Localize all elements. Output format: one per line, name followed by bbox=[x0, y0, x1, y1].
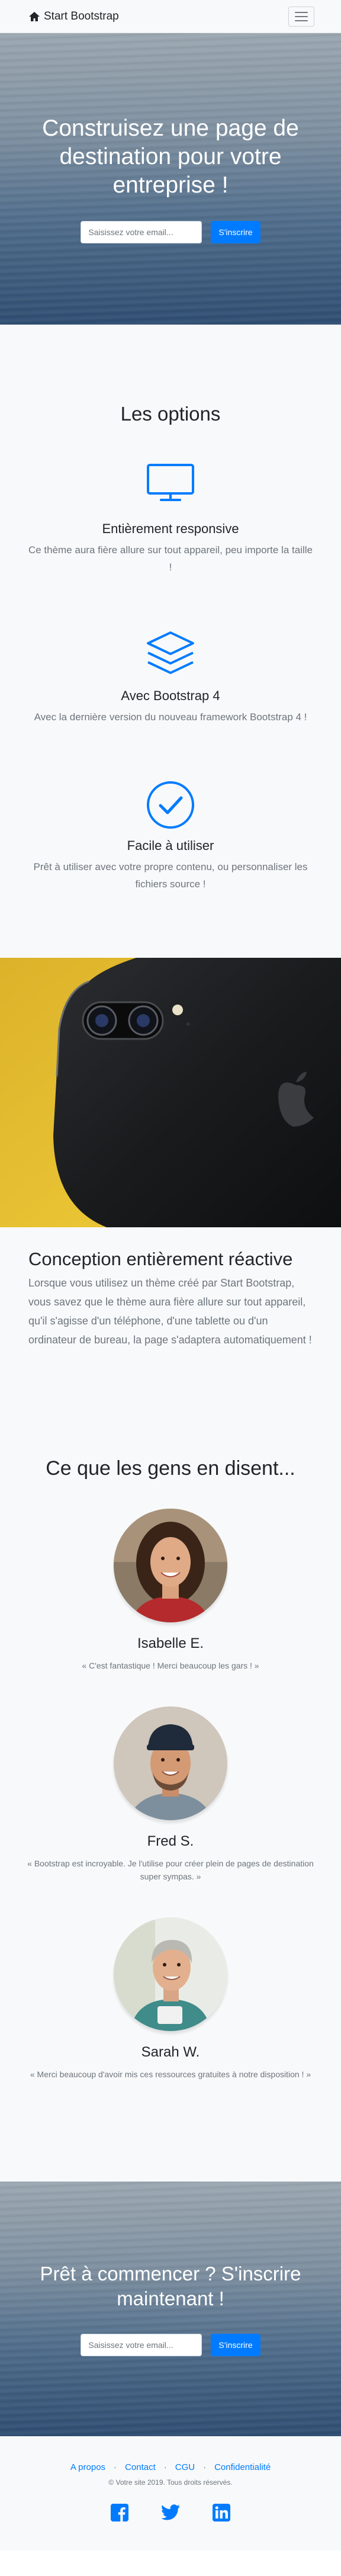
testimonial-quote: « C'est fantastique ! Merci beaucoup les… bbox=[82, 1661, 259, 1670]
monitor-icon bbox=[18, 463, 323, 518]
showcase-text: Lorsque vous utilisez un thème créé par … bbox=[28, 1277, 312, 1346]
feature-item: Facile à utiliser Prêt à utiliser avec v… bbox=[18, 780, 323, 893]
testimonial-name: Sarah W. bbox=[141, 2044, 200, 2060]
hero-email-input[interactable] bbox=[81, 221, 202, 243]
footer-links: A propos · Contact · CGU · Confidentiali… bbox=[12, 2462, 329, 2472]
hamburger-menu-button[interactable] bbox=[288, 6, 314, 27]
cta-signup-button[interactable]: S'inscrire bbox=[211, 2334, 260, 2356]
feature-title: Facile à utiliser bbox=[127, 838, 214, 853]
feature-text: Avec la dernière version du nouveau fram… bbox=[34, 711, 307, 723]
footer-separator: · bbox=[163, 2462, 167, 2472]
feature-text: Ce thème aura fière allure sur tout appa… bbox=[28, 544, 313, 573]
testimonials-title: Ce que les gens en disent... bbox=[46, 1457, 295, 1480]
layers-icon bbox=[18, 630, 323, 685]
avatar bbox=[114, 1917, 227, 2031]
avatar bbox=[114, 1509, 227, 1622]
hero-title: Construisez une page de destination pour… bbox=[42, 116, 299, 198]
brand-name: Start Bootstrap bbox=[44, 9, 119, 23]
copyright: © Votre site 2019. Tous droits réservés. bbox=[108, 2478, 233, 2487]
testimonial-quote: « Bootstrap est incroyable. Je l'utilise… bbox=[27, 1859, 314, 1881]
hero-signup-form: S'inscrire bbox=[81, 221, 260, 243]
testimonial-item: Fred S. « Bootstrap est incroyable. Je l… bbox=[12, 1706, 329, 1883]
cta-email-input[interactable] bbox=[81, 2334, 202, 2356]
avatar bbox=[114, 1706, 227, 1820]
feature-item: Entièrement responsive Ce thème aura fiè… bbox=[18, 463, 323, 576]
footer-link-privacy[interactable]: Confidentialité bbox=[214, 2462, 271, 2472]
cta-section: Prêt à commencer ? S'inscrire maintenant… bbox=[0, 2182, 341, 2436]
linkedin-icon[interactable] bbox=[212, 2503, 231, 2522]
testimonial-item: Sarah W. « Merci beaucoup d'avoir mis ce… bbox=[12, 1917, 329, 2081]
cta-signup-form: S'inscrire bbox=[81, 2334, 260, 2356]
footer: A propos · Contact · CGU · Confidentiali… bbox=[0, 2436, 341, 2551]
feature-text: Prêt à utiliser avec votre propre conten… bbox=[33, 861, 308, 890]
footer-link-contact[interactable]: Contact bbox=[125, 2462, 156, 2472]
showcase-phone-image bbox=[0, 958, 341, 1227]
cta-title: Prêt à commencer ? S'inscrire maintenant… bbox=[40, 2263, 301, 2309]
brand-link[interactable]: Start Bootstrap bbox=[28, 10, 119, 23]
navbar: Start Bootstrap bbox=[0, 0, 341, 33]
hero-section: Construisez une page de destination pour… bbox=[0, 33, 341, 325]
feature-title: Entièrement responsive bbox=[102, 521, 239, 536]
footer-separator: · bbox=[114, 2462, 117, 2472]
social-links bbox=[12, 2503, 329, 2522]
testimonial-item: Isabelle E. « C'est fantastique ! Merci … bbox=[12, 1509, 329, 1672]
showcase-section: Conception entièrement réactive Lorsque … bbox=[0, 1227, 341, 1387]
footer-link-terms[interactable]: CGU bbox=[175, 2462, 195, 2472]
features-section: Les options Entièrement responsive Ce th… bbox=[0, 325, 341, 958]
showcase-title: Conception entièrement réactive bbox=[28, 1249, 293, 1269]
testimonials-section: Ce que les gens en disent... Isabelle E.… bbox=[0, 1387, 341, 2182]
hero-signup-button[interactable]: S'inscrire bbox=[211, 221, 260, 243]
home-icon bbox=[29, 11, 40, 21]
feature-item: Avec Bootstrap 4 Avec la dernière versio… bbox=[18, 630, 323, 726]
features-title: Les options bbox=[120, 403, 221, 425]
footer-separator: · bbox=[203, 2462, 207, 2472]
testimonial-name: Fred S. bbox=[147, 1833, 194, 1849]
feature-title: Avec Bootstrap 4 bbox=[121, 688, 220, 703]
check-circle-icon bbox=[18, 780, 323, 835]
testimonial-name: Isabelle E. bbox=[137, 1635, 204, 1651]
testimonial-quote: « Merci beaucoup d'avoir mis ces ressour… bbox=[30, 2070, 311, 2079]
twitter-icon[interactable] bbox=[161, 2503, 180, 2522]
footer-link-about[interactable]: A propos bbox=[70, 2462, 105, 2472]
hamburger-menu-icon bbox=[295, 11, 308, 13]
facebook-icon[interactable] bbox=[110, 2503, 129, 2522]
